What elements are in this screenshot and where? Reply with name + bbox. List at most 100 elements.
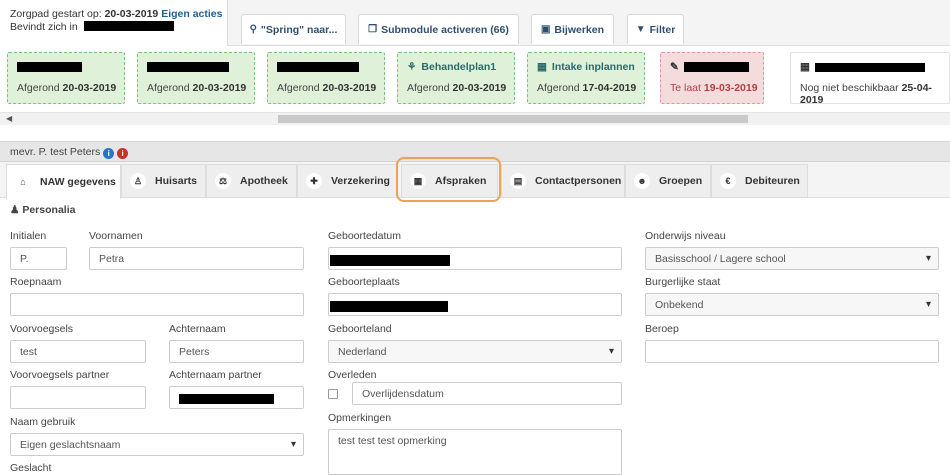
naam-gebruik-value: Eigen geslachtsnaam (20, 439, 121, 451)
card-date: 20-03-2019 (62, 82, 117, 94)
card-date: 20-03-2019 (192, 82, 247, 94)
label-geboortedatum: Geboortedatum (328, 230, 401, 242)
submodule-activeren-label: Submodule activeren (66) (381, 23, 509, 36)
overleden-checkbox[interactable] (328, 389, 338, 399)
copy-icon: ❐ (368, 24, 378, 35)
label-voorvoegsels: Voorvoegsels (10, 323, 74, 335)
achternaam-partner-input[interactable] (169, 386, 304, 409)
label-beroep: Beroep (645, 323, 679, 335)
card-nog-niet-beschikbaar[interactable]: ▦ Nog niet beschikbaar 25-04-2019 (790, 52, 950, 106)
beroep-input[interactable] (645, 340, 939, 363)
tab-label: Verzekering (331, 175, 390, 187)
label-geboorteplaats: Geboorteplaats (328, 276, 400, 288)
tab-huisarts[interactable]: ♙ Huisarts (121, 164, 206, 197)
card-title-redacted (814, 62, 925, 72)
card-title-redacted (17, 62, 82, 72)
label-geslacht: Geslacht (10, 462, 52, 474)
patient-name: mevr. P. test Peters (10, 146, 101, 158)
card-title: Intake inplannen (551, 61, 635, 73)
redacted-value (330, 255, 450, 266)
burgerlijke-staat-value: Onbekend (655, 299, 704, 311)
achternaam-input[interactable]: Peters (169, 340, 304, 363)
burgerlijke-staat-select[interactable]: Onbekend (645, 293, 939, 316)
card-title-redacted (277, 62, 359, 72)
initialen-input[interactable]: P. (10, 247, 67, 270)
onderwijs-niveau-select[interactable]: Basisschool / Lagere school (645, 247, 939, 270)
overlijdensdatum-input[interactable]: Overlijdensdatum (352, 382, 622, 405)
tab-groepen[interactable]: ☻ Groepen (625, 164, 711, 197)
naam-gebruik-select[interactable]: Eigen geslachtsnaam (10, 433, 304, 456)
contact-book-icon: ▤ (510, 173, 526, 189)
redacted-value (330, 301, 448, 312)
label-naam-gebruik: Naam gebruik (10, 416, 76, 428)
scroll-left-arrow-icon[interactable]: ◀ (6, 114, 12, 123)
label-onderwijs-niveau: Onderwijs niveau (645, 230, 726, 242)
tab-contactpersonen[interactable]: ▤ Contactpersonen (501, 164, 625, 197)
map-marker-icon: ⚲ (249, 24, 257, 35)
filter-label: Filter (649, 23, 676, 36)
card-3[interactable]: Afgerond 20-03-2019 (267, 52, 385, 104)
user-icon: ♟ (10, 204, 20, 216)
tab-verzekering[interactable]: ✚ Verzekering (297, 164, 398, 197)
card-intake-inplannen[interactable]: ▦ Intake inplannen Afgerond 17-04-2019 (527, 52, 645, 104)
geboorteland-value: Nederland (338, 346, 387, 358)
geboorteland-select[interactable]: Nederland (328, 340, 622, 363)
tab-label: NAW gegevens (40, 176, 116, 188)
card-te-laat[interactable]: ✎ Te laat 19-03-2019 (660, 52, 764, 104)
scale-icon: ⚖ (215, 173, 231, 189)
label-opmerkingen: Opmerkingen (328, 412, 392, 424)
roepnaam-input[interactable] (10, 293, 304, 316)
horizontal-scrollbar[interactable]: ◀ (0, 112, 950, 125)
card-1[interactable]: Afgerond 20-03-2019 (7, 52, 125, 104)
voornamen-input[interactable]: Petra (89, 247, 304, 270)
card-title: Behandelplan1 (421, 61, 497, 73)
label-geboorteland: Geboorteland (328, 323, 392, 335)
label-overleden: Overleden (328, 369, 377, 381)
spring-naar-label: "Spring" naar... (260, 23, 338, 36)
label-voorvoegsels-partner: Voorvoegsels partner (10, 369, 110, 381)
home-icon: ⌂ (20, 177, 26, 187)
bijwerken-button[interactable]: ▣ Bijwerken (531, 14, 614, 44)
overlijdensdatum-placeholder: Overlijdensdatum (362, 388, 444, 400)
section-title: Personalia (22, 204, 76, 216)
submodule-activeren-button[interactable]: ❐ Submodule activeren (66) (358, 14, 519, 44)
calendar-icon: ▦ (537, 61, 547, 73)
zorgpad-label: Zorgpad gestart op: (10, 8, 102, 20)
calendar-icon: ▦ (800, 61, 810, 73)
card-date: 20-03-2019 (322, 82, 377, 94)
card-date: 20-03-2019 (452, 82, 507, 94)
plus-square-icon: ✚ (306, 173, 322, 189)
voorvoegsels-partner-input[interactable] (10, 386, 146, 409)
opmerkingen-textarea[interactable]: test test test opmerking (328, 429, 622, 475)
card-title-redacted (147, 62, 229, 72)
tab-apotheek[interactable]: ⚖ Apotheek (206, 164, 297, 197)
tab-highlight (396, 157, 501, 202)
spring-naar-button[interactable]: ⚲ "Spring" naar... (241, 14, 346, 44)
label-initialen: Initialen (10, 230, 47, 242)
card-behandelplan[interactable]: ⚘ Behandelplan1 Afgerond 20-03-2019 (397, 52, 515, 104)
geboortedatum-input[interactable] (328, 247, 622, 270)
bijwerken-label: Bijwerken (554, 23, 605, 36)
voorvoegsels-input[interactable]: test (10, 340, 146, 363)
tab-debiteuren[interactable]: € Debiteuren (711, 164, 808, 197)
card-date: 19-03-2019 (703, 82, 758, 94)
zorgpad-date: 20-03-2019 (104, 8, 159, 20)
label-achternaam: Achternaam (169, 323, 226, 335)
tab-label: Huisarts (155, 175, 198, 187)
onderwijs-niveau-value: Basisschool / Lagere school (655, 253, 786, 265)
location-label: Bevindt zich in (10, 21, 78, 33)
medic-icon: ♙ (130, 173, 146, 189)
tab-label: Debiteuren (745, 175, 800, 187)
zorgpad-action-link[interactable]: Eigen acties (161, 8, 222, 20)
info-icon[interactable]: i (103, 148, 115, 159)
tab-label: Groepen (659, 175, 703, 187)
filter-button[interactable]: ▼ Filter (627, 14, 684, 44)
users-icon: ☻ (634, 173, 650, 189)
scroll-thumb[interactable] (278, 115, 748, 123)
tab-naw-gegevens[interactable]: ⌂ NAW gegevens (6, 164, 121, 199)
zorgpad-info: Zorgpad gestart op: 20-03-2019 Eigen act… (0, 0, 228, 46)
card-2[interactable]: Afgerond 20-03-2019 (137, 52, 255, 104)
alert-icon[interactable]: i (117, 148, 129, 159)
pencil-icon: ✎ (670, 61, 679, 73)
geboorteplaats-input[interactable] (328, 293, 622, 316)
